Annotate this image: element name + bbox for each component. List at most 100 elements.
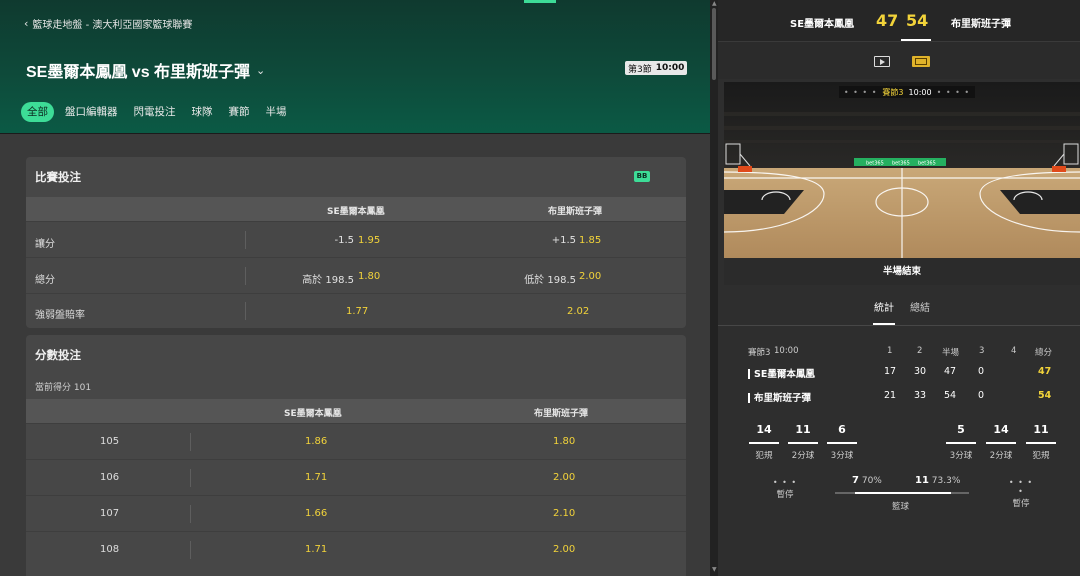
home-2pt: 11 2分球 [787,423,819,461]
tab-half[interactable]: 半場 [261,102,292,122]
breadcrumb[interactable]: ‹ 籃球走地盤 - 澳大利亞國家籃球聯賽 [24,16,192,31]
scroll-up-icon[interactable]: ▲ [712,0,717,7]
total-over-line[interactable]: 高於 198.5 [296,271,354,286]
stat-value: 11 [795,423,811,436]
points-away-odds[interactable]: 1.80 [553,436,575,447]
points-home-odds[interactable]: 1.71 [305,544,327,555]
points-home-odds[interactable]: 1.66 [305,508,327,519]
match-bets-title[interactable]: 比賽投注 [26,157,686,197]
video-icon[interactable] [874,56,890,67]
court-view-icon[interactable] [912,56,930,67]
match-title[interactable]: SE墨爾本鳳凰 vs 布里斯班子彈 ⌄ [26,58,265,82]
score-half: 54 [944,390,957,401]
stat-label: 犯規 [755,451,773,461]
stat-value: 6 [838,423,846,436]
points-away-odds[interactable]: 2.00 [553,544,575,555]
rebound-value: 11 [915,475,929,486]
divider [245,231,246,249]
moneyline-away-odds[interactable]: 2.02 [567,306,589,317]
header-q2: 2 [917,346,923,356]
points-away-odds[interactable]: 2.10 [553,508,575,519]
tab-underline [873,323,895,325]
basketball-court-graphic: bet365 bet365 bet365 [724,82,1080,258]
handicap-away-line[interactable]: +1.5 [546,235,576,246]
away-3pt: 5 3分球 [945,423,977,461]
timeout-dots: • • • [772,478,798,487]
home-3pt: 6 3分球 [826,423,858,461]
home-team-name: SE墨爾本鳳凰 [790,19,855,30]
rebound-value: 7 [852,475,859,486]
header-indicator [524,0,556,3]
total-row: 總分 高於 198.5 1.80 低於 198.5 2.00 [26,257,686,293]
timeout-dots: • • • • [1008,478,1034,496]
header-time: 10:00 [774,346,799,356]
column-away: 布里斯班子彈 [534,409,589,419]
handicap-home-line[interactable]: -1.5 [326,235,354,246]
chevron-left-icon: ‹ [24,17,29,30]
away-timeouts: • • • • 暫停 [1007,478,1035,509]
score-q2: 33 [914,390,927,401]
stat-value: 14 [993,423,1009,436]
scroll-down-icon[interactable]: ▼ [712,566,717,573]
tab-bet-builder[interactable]: 盤口編輯器 [60,102,123,122]
header-q1: 1 [887,346,893,356]
home-fouls: 14 犯規 [748,423,780,461]
match-bets-column-header: SE墨爾本鳳凰 布里斯班子彈 [26,197,686,221]
header-total: 總分 [1035,348,1053,358]
score-q3: 0 [978,390,985,401]
stat-underline [827,442,857,444]
team-marker [748,369,750,379]
column-home: SE墨爾本鳳凰 [284,409,342,419]
total-under-line[interactable]: 低於 198.5 [516,271,576,286]
handicap-home-odds[interactable]: 1.95 [358,235,380,246]
tab-teams[interactable]: 球隊 [187,102,218,122]
points-bets-title[interactable]: 分數投注 [26,335,686,375]
handicap-row: 讓分 -1.5 1.95 +1.5 1.85 [26,221,686,257]
view-mode-bar [718,42,1080,79]
handicap-away-odds[interactable]: 1.85 [579,235,601,246]
timeout-dots-home: • • • • [843,87,878,97]
score-q1: 17 [884,366,897,377]
scrollbar-thumb[interactable] [712,8,716,80]
tab-summary[interactable]: 總結 [910,299,930,314]
breadcrumb-label[interactable]: 籃球走地盤 - 澳大利亞國家籃球聯賽 [32,16,192,31]
stat-underline [1026,442,1056,444]
points-away-odds[interactable]: 2.00 [553,472,575,483]
row-label: 總分 [35,275,55,286]
tab-stats[interactable]: 統計 [874,299,894,314]
tab-flash-bet[interactable]: 閃電投注 [129,102,181,122]
match-bets-card: 比賽投注 BB SE墨爾本鳳凰 布里斯班子彈 讓分 -1.5 1.95 +1.5… [26,157,686,328]
score-table-header: 賽節3 10:00 1 2 半場 3 4 總分 [718,346,1080,364]
score-half: 47 [944,366,957,377]
moneyline-home-odds[interactable]: 1.77 [346,306,368,317]
tab-quarters[interactable]: 賽節 [224,102,255,122]
tab-all[interactable]: 全部 [21,102,54,122]
score-total: 54 [1038,390,1052,401]
away-rebound-track [902,492,969,494]
score-underline [901,39,931,41]
points-home-odds[interactable]: 1.86 [305,436,327,447]
home-rebound-track [835,492,902,494]
stat-underline [986,442,1016,444]
stat-value: 11 [1033,423,1049,436]
points-row: 105 1.86 1.80 [26,423,686,459]
stat-label: 3分球 [830,451,854,461]
board-text: bet365 [918,161,936,167]
divider [190,469,191,487]
stat-underline [788,442,818,444]
total-over-odds[interactable]: 1.80 [358,271,380,282]
total-under-odds[interactable]: 2.00 [579,271,601,282]
moneyline-row: 強弱盤賠率 1.77 2.02 [26,293,686,328]
column-away: 布里斯班子彈 [548,207,603,217]
points-value: 106 [100,472,120,483]
stat-label: 犯規 [1032,451,1050,461]
scrollbar[interactable]: ▲ ▼ [710,0,718,576]
home-rebound-fill [855,492,902,494]
header-half: 半場 [942,348,960,358]
chevron-down-icon[interactable]: ⌄ [256,64,265,77]
points-home-odds[interactable]: 1.71 [305,472,327,483]
away-score: 54 [906,11,929,30]
live-panel: SE墨爾本鳳凰 47 54 布里斯班子彈 bet365 bet365 bet36… [718,0,1080,576]
score-q2: 30 [914,366,927,377]
match-title-text: SE墨爾本鳳凰 vs 布里斯班子彈 [26,64,251,81]
